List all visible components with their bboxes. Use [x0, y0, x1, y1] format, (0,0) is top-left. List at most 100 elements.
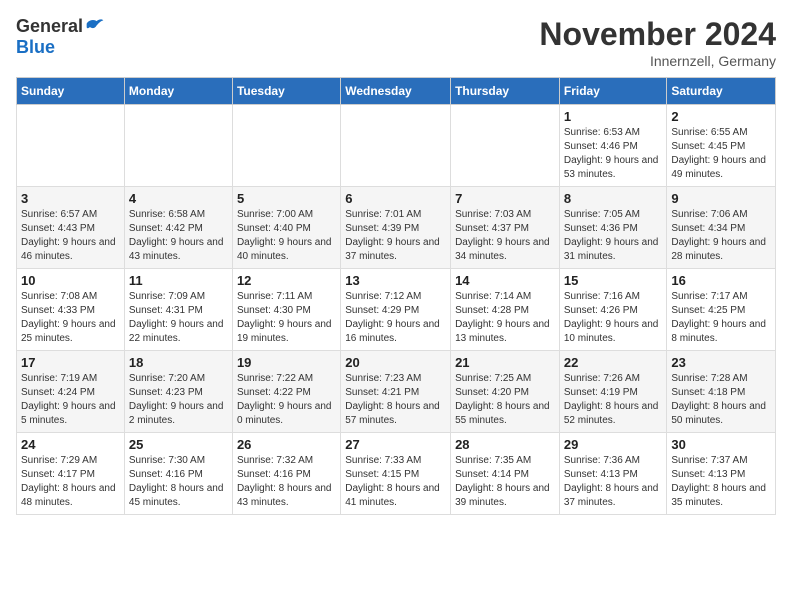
calendar-cell: 25 Sunrise: 7:30 AM Sunset: 4:16 PM Dayli…: [124, 433, 232, 515]
calendar-row-0: 1 Sunrise: 6:53 AM Sunset: 4:46 PM Daylig…: [17, 105, 776, 187]
day-number: 29: [564, 437, 663, 452]
day-info: Sunrise: 7:25 AM Sunset: 4:20 PM Dayligh…: [455, 372, 555, 428]
calendar-cell: [17, 105, 125, 187]
calendar-cell: 2Sunrise: 6:55 AM Sunset: 4:45 PM Daylig…: [667, 105, 776, 187]
calendar-cell: 29Sunrise: 7:36 AM Sunset: 4:13 PM Dayli…: [559, 433, 667, 515]
calendar-cell: 22Sunrise: 7:26 AM Sunset: 4:19 PM Dayli…: [559, 351, 667, 433]
calendar-row-1: 3 Sunrise: 6:57 AM Sunset: 4:43 PM Daylig…: [17, 187, 776, 269]
day-info: Sunrise: 7:14 AM Sunset: 4:28 PM Dayligh…: [455, 290, 555, 346]
calendar-cell: 16 Sunrise: 7:17 AM Sunset: 4:25 PM Dayli…: [667, 269, 776, 351]
logo-blue-text: Blue: [16, 37, 55, 58]
calendar-cell: 20 Sunrise: 7:23 AM Sunset: 4:21 PM Dayli…: [341, 351, 451, 433]
day-info: Sunrise: 6:57 AM Sunset: 4:43 PM Dayligh…: [21, 208, 120, 264]
logo: General Blue: [16, 16, 105, 58]
day-info: Sunrise: 7:09 AM Sunset: 4:31 PM Dayligh…: [129, 290, 228, 346]
day-info: Sunrise: 7:30 AM Sunset: 4:16 PM Dayligh…: [129, 454, 228, 510]
day-info: Sunrise: 7:22 AM Sunset: 4:22 PM Dayligh…: [237, 372, 336, 428]
day-number: 24: [21, 437, 120, 452]
day-number: 3: [21, 191, 120, 206]
calendar-cell: 11 Sunrise: 7:09 AM Sunset: 4:31 PM Dayli…: [124, 269, 232, 351]
day-number: 10: [21, 273, 120, 288]
calendar-cell: 14 Sunrise: 7:14 AM Sunset: 4:28 PM Dayli…: [451, 269, 560, 351]
header-row: SundayMondayTuesdayWednesdayThursdayFrid…: [17, 78, 776, 105]
calendar-row-4: 24 Sunrise: 7:29 AM Sunset: 4:17 PM Dayli…: [17, 433, 776, 515]
calendar-row-3: 17 Sunrise: 7:19 AM Sunset: 4:24 PM Dayli…: [17, 351, 776, 433]
logo-general-text: General: [16, 16, 83, 37]
header-cell-saturday: Saturday: [667, 78, 776, 105]
day-number: 23: [671, 355, 771, 370]
day-number: 20: [345, 355, 446, 370]
day-info: Sunrise: 6:58 AM Sunset: 4:42 PM Dayligh…: [129, 208, 228, 264]
calendar-cell: [341, 105, 451, 187]
day-info: Sunrise: 7:16 AM Sunset: 4:26 PM Dayligh…: [564, 290, 663, 346]
calendar-cell: 30 Sunrise: 7:37 AM Sunset: 4:13 PM Dayli…: [667, 433, 776, 515]
day-number: 4: [129, 191, 228, 206]
page-header: General Blue November 2024 Innernzell, G…: [16, 16, 776, 69]
calendar-cell: 7 Sunrise: 7:03 AM Sunset: 4:37 PM Daylig…: [451, 187, 560, 269]
day-info: Sunrise: 7:29 AM Sunset: 4:17 PM Dayligh…: [21, 454, 120, 510]
calendar-cell: 23 Sunrise: 7:28 AM Sunset: 4:18 PM Dayli…: [667, 351, 776, 433]
calendar-cell: 6 Sunrise: 7:01 AM Sunset: 4:39 PM Daylig…: [341, 187, 451, 269]
calendar-cell: 27Sunrise: 7:33 AM Sunset: 4:15 PM Dayli…: [341, 433, 451, 515]
day-info: Sunrise: 7:37 AM Sunset: 4:13 PM Dayligh…: [671, 454, 771, 510]
calendar-cell: 26 Sunrise: 7:32 AM Sunset: 4:16 PM Dayli…: [232, 433, 340, 515]
day-number: 21: [455, 355, 555, 370]
calendar-cell: 24 Sunrise: 7:29 AM Sunset: 4:17 PM Dayli…: [17, 433, 125, 515]
day-number: 7: [455, 191, 555, 206]
day-number: 5: [237, 191, 336, 206]
day-number: 19: [237, 355, 336, 370]
day-info: Sunrise: 7:23 AM Sunset: 4:21 PM Dayligh…: [345, 372, 446, 428]
calendar-cell: 18Sunrise: 7:20 AM Sunset: 4:23 PM Dayli…: [124, 351, 232, 433]
calendar-cell: 8Sunrise: 7:05 AM Sunset: 4:36 PM Daylig…: [559, 187, 667, 269]
calendar-cell: 4 Sunrise: 6:58 AM Sunset: 4:42 PM Daylig…: [124, 187, 232, 269]
day-info: Sunrise: 7:12 AM Sunset: 4:29 PM Dayligh…: [345, 290, 446, 346]
day-number: 30: [671, 437, 771, 452]
calendar-cell: 19 Sunrise: 7:22 AM Sunset: 4:22 PM Dayli…: [232, 351, 340, 433]
header-cell-thursday: Thursday: [451, 78, 560, 105]
day-number: 26: [237, 437, 336, 452]
calendar-table: SundayMondayTuesdayWednesdayThursdayFrid…: [16, 77, 776, 515]
day-info: Sunrise: 7:32 AM Sunset: 4:16 PM Dayligh…: [237, 454, 336, 510]
day-number: 17: [21, 355, 120, 370]
calendar-cell: [451, 105, 560, 187]
calendar-cell: 28 Sunrise: 7:35 AM Sunset: 4:14 PM Dayli…: [451, 433, 560, 515]
day-info: Sunrise: 6:53 AM Sunset: 4:46 PM Dayligh…: [564, 126, 663, 182]
calendar-cell: 10 Sunrise: 7:08 AM Sunset: 4:33 PM Dayli…: [17, 269, 125, 351]
day-info: Sunrise: 7:11 AM Sunset: 4:30 PM Dayligh…: [237, 290, 336, 346]
day-info: Sunrise: 7:01 AM Sunset: 4:39 PM Dayligh…: [345, 208, 446, 264]
day-info: Sunrise: 7:28 AM Sunset: 4:18 PM Dayligh…: [671, 372, 771, 428]
day-number: 28: [455, 437, 555, 452]
calendar-cell: 3 Sunrise: 6:57 AM Sunset: 4:43 PM Daylig…: [17, 187, 125, 269]
day-number: 11: [129, 273, 228, 288]
day-info: Sunrise: 7:00 AM Sunset: 4:40 PM Dayligh…: [237, 208, 336, 264]
logo-bird-icon: [85, 17, 105, 37]
day-number: 13: [345, 273, 446, 288]
day-number: 15: [564, 273, 663, 288]
day-number: 12: [237, 273, 336, 288]
day-info: Sunrise: 7:17 AM Sunset: 4:25 PM Dayligh…: [671, 290, 771, 346]
calendar-cell: [124, 105, 232, 187]
day-number: 14: [455, 273, 555, 288]
day-number: 1: [564, 109, 663, 124]
day-number: 9: [671, 191, 771, 206]
calendar-cell: 1 Sunrise: 6:53 AM Sunset: 4:46 PM Daylig…: [559, 105, 667, 187]
header-cell-friday: Friday: [559, 78, 667, 105]
day-info: Sunrise: 7:35 AM Sunset: 4:14 PM Dayligh…: [455, 454, 555, 510]
day-number: 2: [671, 109, 771, 124]
calendar-row-2: 10 Sunrise: 7:08 AM Sunset: 4:33 PM Dayli…: [17, 269, 776, 351]
day-info: Sunrise: 7:33 AM Sunset: 4:15 PM Dayligh…: [345, 454, 446, 510]
calendar-cell: 12 Sunrise: 7:11 AM Sunset: 4:30 PM Dayli…: [232, 269, 340, 351]
day-info: Sunrise: 7:03 AM Sunset: 4:37 PM Dayligh…: [455, 208, 555, 264]
calendar-cell: 5 Sunrise: 7:00 AM Sunset: 4:40 PM Daylig…: [232, 187, 340, 269]
day-info: Sunrise: 7:08 AM Sunset: 4:33 PM Dayligh…: [21, 290, 120, 346]
day-number: 25: [129, 437, 228, 452]
calendar-cell: [232, 105, 340, 187]
location: Innernzell, Germany: [539, 53, 776, 69]
day-number: 6: [345, 191, 446, 206]
day-number: 16: [671, 273, 771, 288]
day-info: Sunrise: 7:05 AM Sunset: 4:36 PM Dayligh…: [564, 208, 663, 264]
day-info: Sunrise: 7:19 AM Sunset: 4:24 PM Dayligh…: [21, 372, 120, 428]
calendar-cell: 9Sunrise: 7:06 AM Sunset: 4:34 PM Daylig…: [667, 187, 776, 269]
calendar-cell: 17 Sunrise: 7:19 AM Sunset: 4:24 PM Dayli…: [17, 351, 125, 433]
header-cell-monday: Monday: [124, 78, 232, 105]
